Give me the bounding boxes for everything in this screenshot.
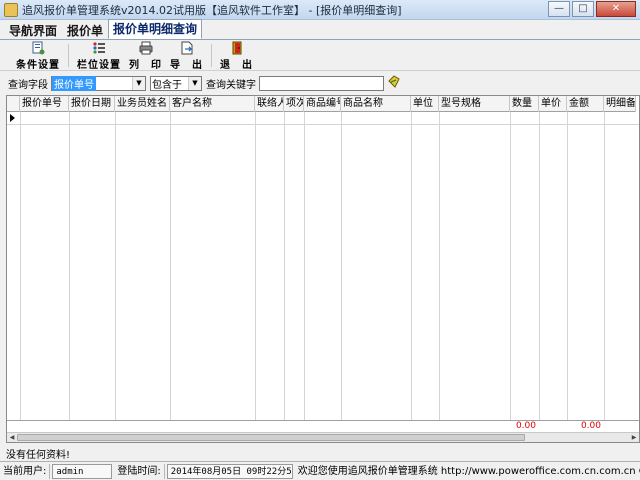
current-user-value: admin [52,463,113,479]
keyword-label: 查询关键字 [206,79,256,91]
scrollbar-thumb[interactable] [17,434,525,441]
grid-footer-totals: 0.00 0.00 [7,420,639,432]
login-time-value: 2014年08月05日 09时22分50秒 [166,463,293,479]
grid-column-line [20,112,21,420]
search-icon[interactable] [387,74,401,92]
match-mode-value: 包含于 [152,79,182,91]
detail-grid[interactable]: 报价单号 报价日期 业务员姓名 客户名称 联络人 项次 商品编号 商品名称 单位… [6,95,640,443]
column-settings-button[interactable]: 栏位设置 [73,41,125,71]
minimize-button[interactable]: — [548,1,570,17]
app-icon [4,2,18,17]
print-label: 列 印 [129,60,162,71]
horizontal-scrollbar[interactable]: ◀ ▶ [7,432,639,442]
grid-column-line [69,112,70,420]
current-user-label: 当前用户: [0,463,51,479]
col-header-quote-date[interactable]: 报价日期 [69,96,115,112]
grid-column-line [255,112,256,420]
table-row[interactable] [7,112,639,125]
toolbar-divider [68,44,69,67]
col-header-customer[interactable]: 客户名称 [170,96,255,112]
column-settings-label: 栏位设置 [77,60,121,71]
export-label: 导 出 [170,60,203,71]
grid-column-line [170,112,171,420]
col-header-quote-no[interactable]: 报价单号 [20,96,69,112]
toolbar-divider [211,44,212,67]
condition-settings-button[interactable]: 条件设置 [12,41,64,71]
grid-column-line [510,112,511,420]
tab-strip: 导航界面 报价单 报价单明细查询 [0,19,640,40]
col-header-product-name[interactable]: 商品名称 [341,96,411,112]
close-button[interactable]: ✕ [596,1,636,17]
grid-column-line [115,112,116,420]
tab-quotation[interactable]: 报价单 [62,21,108,39]
export-button[interactable]: 导 出 [166,41,207,71]
print-icon [139,41,153,55]
grid-column-line [439,112,440,420]
scroll-right-icon[interactable]: ▶ [629,433,639,442]
grid-column-line [284,112,285,420]
tab-navigation[interactable]: 导航界面 [4,21,62,39]
title-bar: 追风报价单管理系统v2014.02试用版【追风软件工作室】 - [报价单明细查询… [0,0,640,20]
total-quantity: 0.00 [515,421,536,431]
export-icon [180,41,194,55]
exit-button[interactable]: 退 出 [216,41,257,71]
query-field-select[interactable]: 报价单号 ▼ [51,75,146,91]
print-button[interactable]: 列 印 [125,41,166,71]
filter-settings-icon [31,41,45,55]
row-indicator-header [7,96,20,112]
login-time-label: 登陆时间: [114,463,165,479]
col-header-price[interactable]: 单价 [539,96,567,112]
col-header-unit[interactable]: 单位 [411,96,439,112]
status-message: 没有任何资料! [6,450,71,461]
grid-header: 报价单号 报价日期 业务员姓名 客户名称 联络人 项次 商品编号 商品名称 单位… [7,96,636,112]
grid-column-line [304,112,305,420]
window-title: 追风报价单管理系统v2014.02试用版【追风软件工作室】 - [报价单明细查询… [22,3,402,17]
chevron-down-icon[interactable]: ▼ [132,76,145,90]
grid-body[interactable] [7,112,639,420]
exit-label: 退 出 [220,60,253,71]
chevron-down-icon[interactable]: ▼ [188,76,201,90]
window-controls: — □ ✕ [546,1,636,17]
col-header-product-code[interactable]: 商品编号 [304,96,341,112]
condition-settings-label: 条件设置 [16,60,60,71]
query-field-value: 报价单号 [52,75,96,91]
scroll-left-icon[interactable]: ◀ [7,433,17,442]
keyword-input[interactable] [259,75,384,91]
columns-icon [92,41,106,55]
col-header-salesperson[interactable]: 业务员姓名 [115,96,170,112]
col-header-remark[interactable]: 明细备注 [604,96,636,112]
grid-column-line [604,112,605,420]
welcome-text: 欢迎您使用追风报价单管理系统 http://www.poweroffice.co… [297,465,640,477]
col-header-amount[interactable]: 金额 [567,96,604,112]
grid-column-line [539,112,540,420]
grid-column-line [411,112,412,420]
col-header-contact[interactable]: 联络人 [255,96,284,112]
query-bar: 查询字段 报价单号 ▼ 包含于 ▼ 查询关键字 [0,72,640,94]
match-mode-select[interactable]: 包含于 ▼ [150,75,202,91]
query-field-label: 查询字段 [8,79,48,91]
grid-column-line [341,112,342,420]
tab-quotation-detail-query[interactable]: 报价单明细查询 [108,19,203,39]
toolbar: 条件设置 栏位设置 列 印 导 出 退 出 [0,41,640,71]
status-bar: 当前用户: admin 登陆时间: 2014年08月05日 09时22分50秒 … [0,461,640,480]
exit-door-icon [230,41,244,55]
grid-column-line [567,112,568,420]
col-header-item-no[interactable]: 项次 [284,96,304,112]
maximize-button[interactable]: □ [572,1,594,17]
col-header-spec[interactable]: 型号规格 [439,96,510,112]
current-row-arrow-icon [10,114,15,122]
col-header-quantity[interactable]: 数量 [510,96,539,112]
total-amount: 0.00 [580,421,601,431]
